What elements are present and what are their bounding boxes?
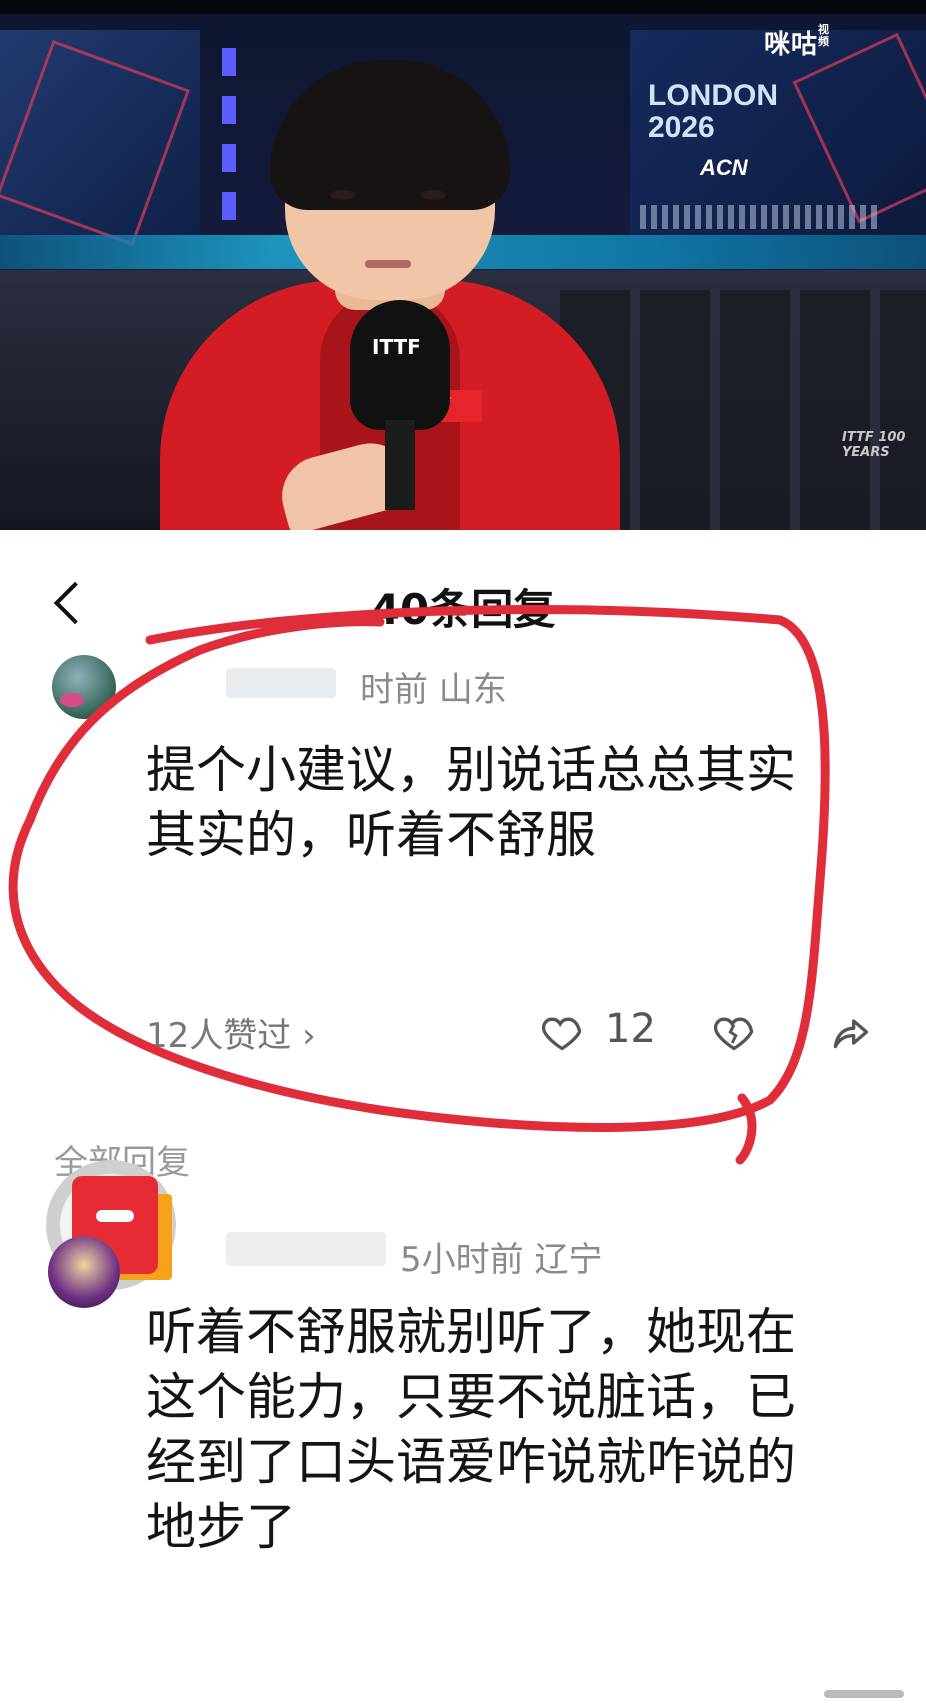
migu-watermark-icon: 咪咕视频 bbox=[764, 24, 830, 61]
mouth bbox=[365, 260, 411, 268]
username-blurred[interactable] bbox=[226, 1232, 386, 1266]
watermark-text: 咪咕 bbox=[764, 30, 819, 60]
watermark-sub: 视频 bbox=[818, 23, 831, 48]
heart-icon[interactable] bbox=[540, 1010, 584, 1054]
video-frame[interactable]: LONDON 2026 ACN ITTF 咪咕视频 ITTF 100 YEARS bbox=[0, 0, 926, 530]
video-top-edge bbox=[0, 0, 926, 14]
poster-subtitle: ACN bbox=[700, 155, 748, 180]
share-icon[interactable] bbox=[828, 1010, 872, 1054]
ittf-corner-logo: ITTF 100 YEARS bbox=[842, 430, 906, 460]
comment-meta: 时前 山东 bbox=[360, 670, 507, 710]
hair bbox=[270, 60, 510, 210]
reply-text[interactable]: 听着不舒服就别听了，她现在这个能力，只要不说脏话，已经到了口头语爱咋说就咋说的地… bbox=[146, 1300, 826, 1560]
home-indicator bbox=[824, 1690, 904, 1698]
eye-left bbox=[330, 190, 356, 200]
poster-skyline bbox=[640, 205, 880, 229]
panel-title: 40条回复 bbox=[370, 585, 556, 634]
username-blurred[interactable] bbox=[226, 668, 336, 698]
microphone bbox=[350, 300, 450, 430]
microphone-handle bbox=[385, 420, 415, 510]
like-count: 12 bbox=[605, 1006, 656, 1052]
avatar[interactable] bbox=[52, 655, 116, 719]
eye-right bbox=[420, 190, 446, 200]
avatar[interactable] bbox=[48, 1236, 120, 1308]
mic-logo: ITTF bbox=[372, 335, 421, 359]
likes-link[interactable]: 12人赞过 › bbox=[146, 1008, 316, 1057]
reply-meta: 5小时前 辽宁 bbox=[400, 1240, 603, 1280]
comment-text[interactable]: 提个小建议，别说话总总其实其实的，听着不舒服 bbox=[146, 738, 826, 868]
poster-title: LONDON 2026 bbox=[648, 79, 778, 144]
broken-heart-icon[interactable] bbox=[712, 1010, 756, 1054]
